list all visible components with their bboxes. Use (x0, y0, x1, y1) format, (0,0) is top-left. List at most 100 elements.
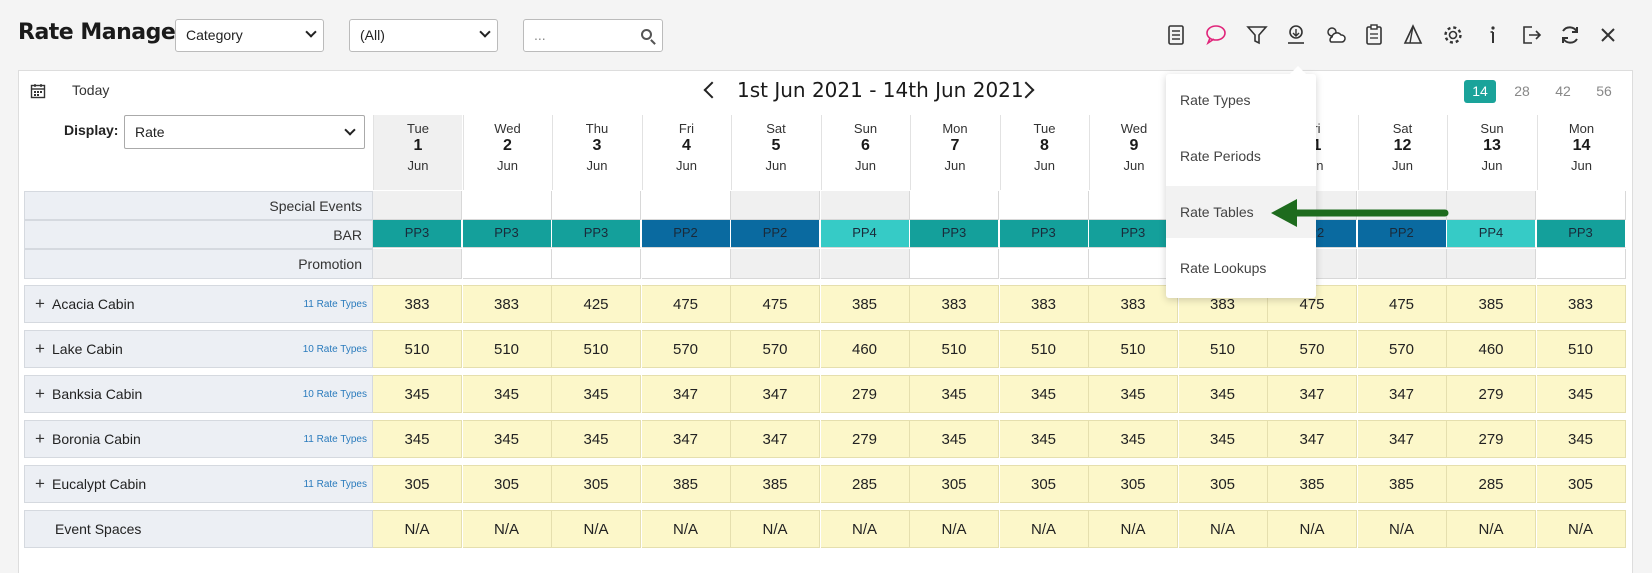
rate-cell[interactable]: 510 (910, 330, 999, 368)
promotion-cell[interactable] (910, 249, 999, 279)
event-space-cell[interactable]: N/A (1447, 510, 1536, 548)
rate-cell[interactable]: 383 (1089, 285, 1178, 323)
weather-icon[interactable] (1322, 22, 1348, 48)
rate-types-link[interactable]: 11 Rate Types (303, 479, 367, 490)
rate-cell[interactable]: 383 (373, 285, 462, 323)
special-events-cell[interactable] (910, 191, 999, 220)
rate-cell[interactable]: 347 (731, 375, 820, 413)
rate-types-link[interactable]: 11 Rate Types (303, 299, 367, 310)
rate-cell[interactable]: 305 (373, 465, 462, 503)
rate-cell[interactable]: 305 (1089, 465, 1178, 503)
bar-cell[interactable]: PP3 (462, 220, 552, 248)
event-space-cell[interactable]: N/A (641, 510, 731, 548)
rate-cell[interactable]: 347 (1268, 375, 1357, 413)
event-space-cell[interactable]: N/A (373, 510, 462, 548)
rate-cell[interactable]: 279 (820, 420, 910, 458)
rate-cell[interactable]: 305 (552, 465, 641, 503)
menu-item-rate-periods[interactable]: Rate Periods (1166, 130, 1316, 182)
special-events-cell[interactable] (552, 191, 641, 220)
calendar-icon[interactable] (30, 83, 46, 99)
rate-cell[interactable]: 385 (641, 465, 731, 503)
rate-cell[interactable]: 345 (999, 420, 1089, 458)
event-space-cell[interactable]: N/A (910, 510, 999, 548)
promotion-cell[interactable] (552, 249, 641, 279)
rate-cell[interactable]: 385 (820, 285, 910, 323)
rate-cell[interactable]: 345 (373, 375, 462, 413)
rate-cell[interactable]: 570 (641, 330, 731, 368)
rate-cell[interactable]: 305 (462, 465, 552, 503)
rate-cell[interactable]: 345 (1089, 375, 1178, 413)
bar-cell[interactable]: PP3 (1536, 220, 1626, 248)
rate-cell[interactable]: 510 (552, 330, 641, 368)
search-icon[interactable] (641, 29, 652, 40)
event-space-cell[interactable]: N/A (1268, 510, 1357, 548)
rate-cell[interactable]: 475 (641, 285, 731, 323)
event-space-cell[interactable]: N/A (999, 510, 1089, 548)
event-space-cell[interactable]: N/A (462, 510, 552, 548)
chat-icon[interactable] (1203, 22, 1229, 48)
special-events-cell[interactable] (373, 191, 462, 220)
rate-cell[interactable]: 279 (1447, 420, 1536, 458)
bar-cell[interactable]: PP4 (820, 220, 910, 248)
rate-cell[interactable]: 460 (820, 330, 910, 368)
category-select[interactable]: Category (175, 19, 324, 52)
filter-icon[interactable] (1244, 22, 1270, 48)
refresh-icon[interactable] (1557, 22, 1583, 48)
rate-cell[interactable]: 345 (910, 375, 999, 413)
user-download-icon[interactable] (1283, 22, 1309, 48)
promotion-cell[interactable] (1089, 249, 1178, 279)
promotion-cell[interactable] (1536, 249, 1626, 279)
promotion-cell[interactable] (999, 249, 1089, 279)
bar-cell[interactable]: PP3 (373, 220, 462, 248)
special-events-cell[interactable] (999, 191, 1089, 220)
expand-icon[interactable]: + (35, 384, 45, 404)
gear-icon[interactable] (1440, 22, 1466, 48)
today-button[interactable]: Today (72, 82, 109, 98)
promotion-cell[interactable] (731, 249, 820, 279)
rate-cell[interactable]: 347 (1268, 420, 1357, 458)
rate-types-link[interactable]: 11 Rate Types (303, 434, 367, 445)
rate-cell[interactable]: 383 (1536, 285, 1626, 323)
promotion-cell[interactable] (373, 249, 462, 279)
rate-cell[interactable]: 385 (1357, 465, 1447, 503)
event-space-cell[interactable]: N/A (552, 510, 641, 548)
rate-cell[interactable]: 383 (462, 285, 552, 323)
rate-cell[interactable]: 345 (1536, 375, 1626, 413)
rate-cell[interactable]: 385 (1447, 285, 1536, 323)
special-events-cell[interactable] (641, 191, 731, 220)
rate-cell[interactable]: 475 (731, 285, 820, 323)
info-icon[interactable] (1480, 22, 1506, 48)
promotion-cell[interactable] (1447, 249, 1536, 279)
report-icon[interactable] (1163, 22, 1189, 48)
bar-cell[interactable]: PP3 (552, 220, 641, 248)
rate-cell[interactable]: 345 (910, 420, 999, 458)
rate-cell[interactable]: 475 (1357, 285, 1447, 323)
rate-cell[interactable]: 385 (731, 465, 820, 503)
wizard-icon[interactable] (1400, 22, 1426, 48)
event-space-cell[interactable]: N/A (1089, 510, 1178, 548)
event-space-cell[interactable]: N/A (731, 510, 820, 548)
special-events-cell[interactable] (1536, 191, 1626, 220)
logout-icon[interactable] (1518, 22, 1544, 48)
expand-icon[interactable]: + (35, 294, 45, 314)
promotion-cell[interactable] (820, 249, 910, 279)
rate-cell[interactable]: 510 (1536, 330, 1626, 368)
rate-cell[interactable]: 345 (1536, 420, 1626, 458)
rate-cell[interactable]: 345 (462, 420, 552, 458)
menu-item-rate-lookups[interactable]: Rate Lookups (1166, 242, 1316, 294)
rate-cell[interactable]: 345 (552, 375, 641, 413)
bar-cell[interactable]: PP2 (731, 220, 820, 248)
special-events-cell[interactable] (462, 191, 552, 220)
rate-cell[interactable]: 570 (1268, 330, 1357, 368)
expand-icon[interactable]: + (35, 474, 45, 494)
rate-cell[interactable]: 305 (1178, 465, 1268, 503)
rate-cell[interactable]: 285 (1447, 465, 1536, 503)
rate-cell[interactable]: 345 (373, 420, 462, 458)
event-space-cell[interactable]: N/A (1357, 510, 1447, 548)
special-events-cell[interactable] (1089, 191, 1178, 220)
span-42-button[interactable]: 42 (1547, 80, 1579, 103)
rate-types-link[interactable]: 10 Rate Types (303, 389, 367, 400)
rate-cell[interactable]: 510 (999, 330, 1089, 368)
rate-cell[interactable]: 347 (731, 420, 820, 458)
span-56-button[interactable]: 56 (1588, 80, 1620, 103)
